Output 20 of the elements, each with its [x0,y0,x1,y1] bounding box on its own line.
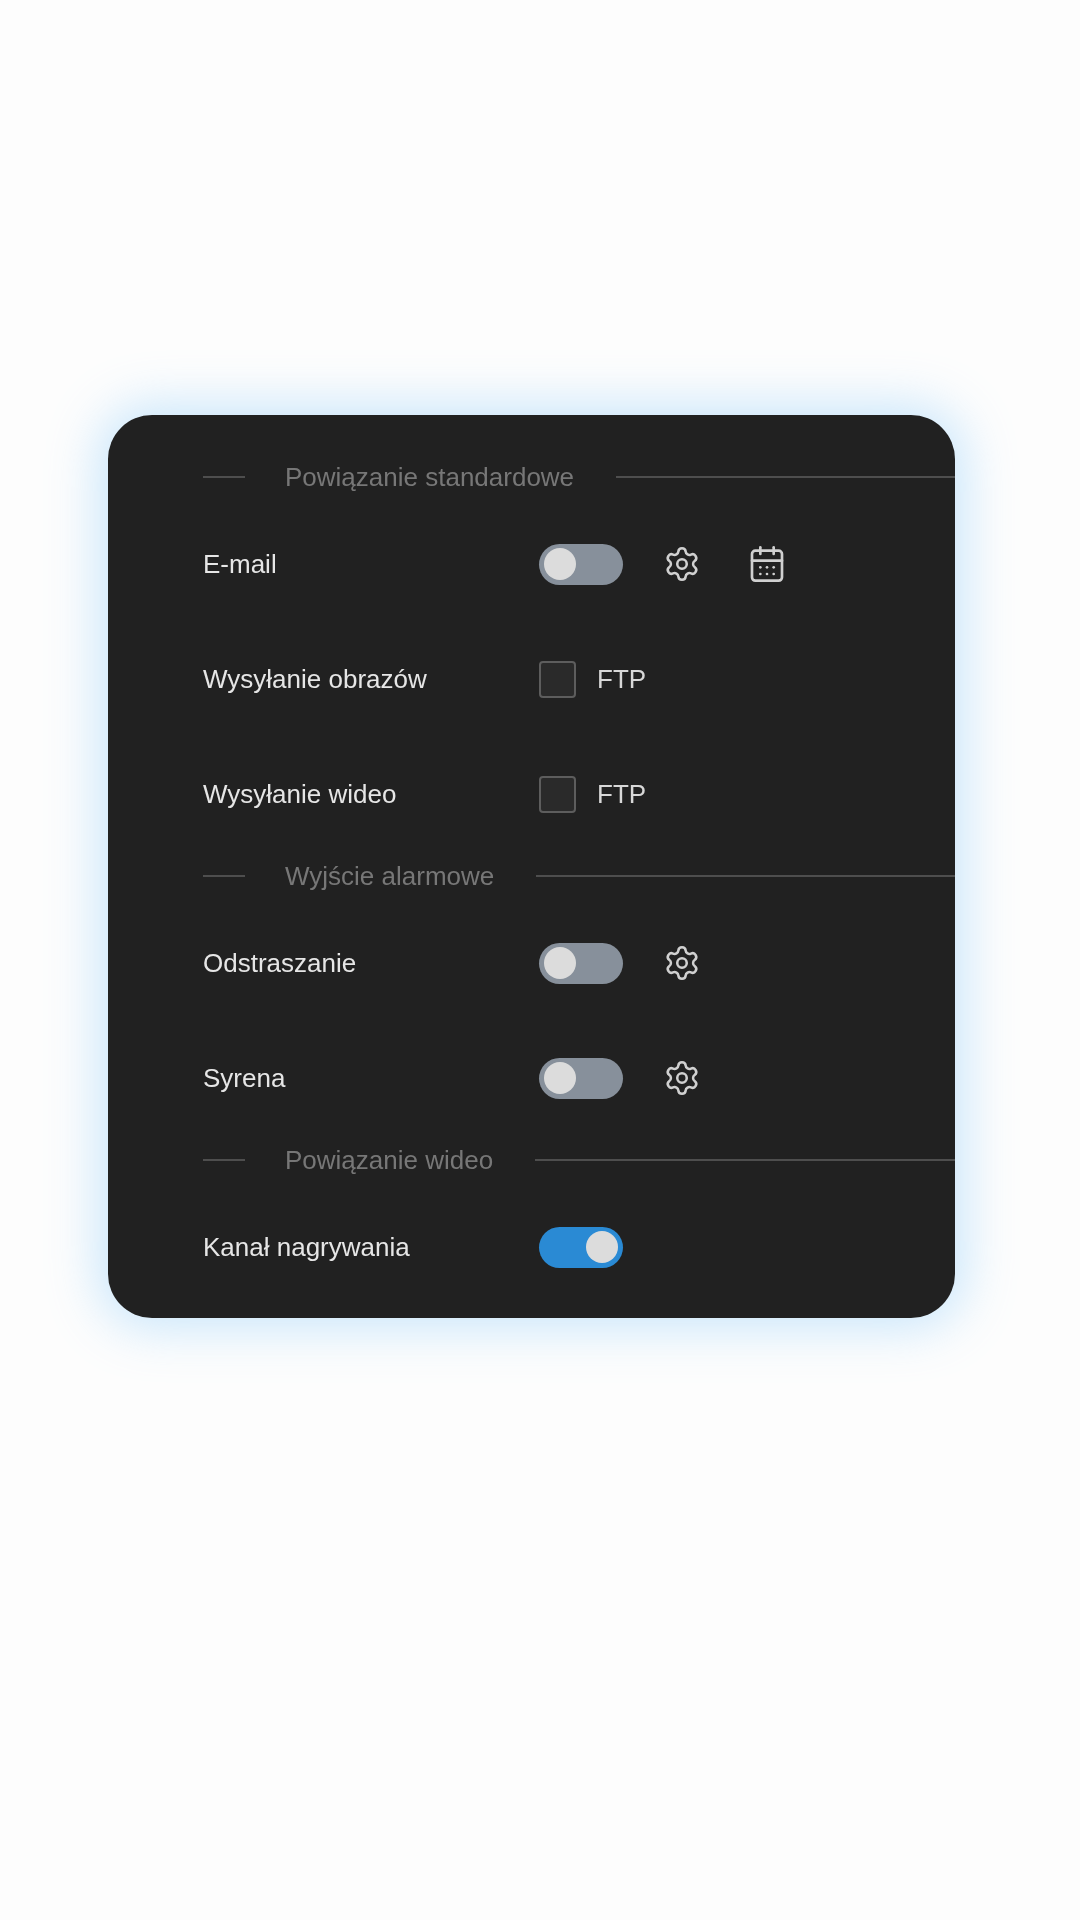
toggle-switch[interactable] [539,543,623,585]
setting-label: Syrena [203,1062,287,1094]
settings-icon[interactable] [663,944,701,982]
toggle-switch[interactable] [539,1226,623,1268]
settings-icon[interactable] [663,545,701,583]
setting-label: Odstraszanie [203,947,358,979]
toggle-switch[interactable] [539,942,623,984]
setting-label: Wysyłanie wideo [203,778,398,810]
section-title: Wyjście alarmowe [285,860,495,892]
toggle-switch[interactable] [539,1057,623,1099]
setting-label: Kanał nagrywania [203,1231,411,1263]
checkbox[interactable] [539,775,576,813]
section-title: Powiązanie wideo [285,1144,494,1176]
checkbox[interactable] [539,660,576,698]
checkbox-label: FTP [597,663,647,695]
checkbox-label: FTP [597,778,647,810]
setting-label: Wysyłanie obrazów [203,663,428,695]
setting-label: E-mail [203,548,278,580]
settings-icon[interactable] [663,1059,701,1097]
section-title: Powiązanie standardowe [285,461,575,493]
